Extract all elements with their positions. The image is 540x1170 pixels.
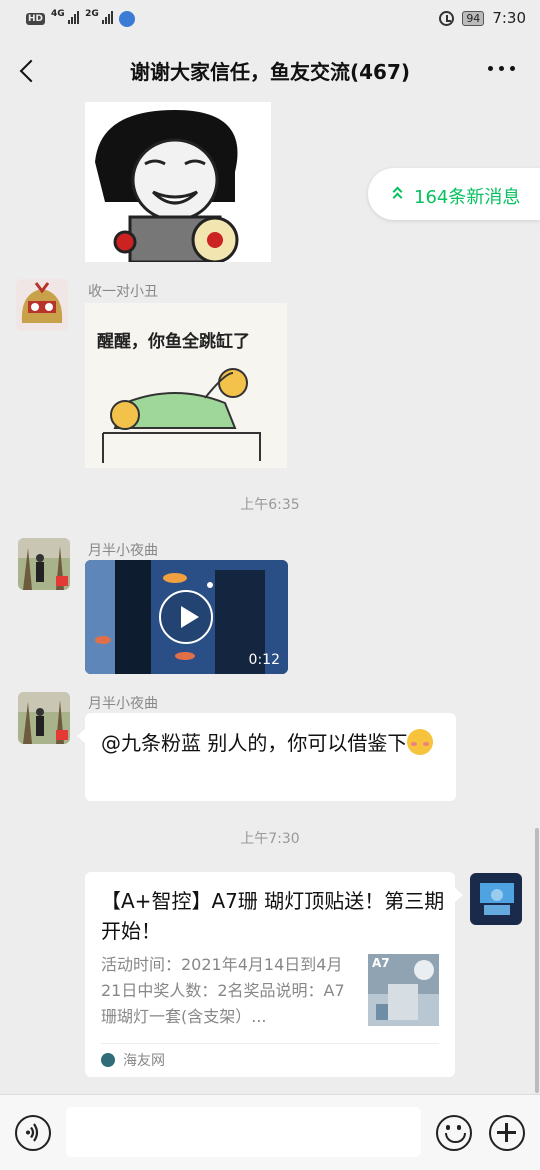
more-icon[interactable]: [488, 66, 516, 74]
app-notification-icon: [119, 10, 136, 27]
signal-group-1: 4G: [51, 9, 80, 27]
status-left: HD 4G 2G: [26, 9, 136, 27]
sender-name: 月半小夜曲: [88, 543, 158, 559]
timestamp: 上午6:35: [240, 497, 300, 513]
video-message[interactable]: 0:12: [85, 560, 288, 674]
scrollbar[interactable]: [535, 828, 539, 1093]
signal-icon: [68, 10, 80, 24]
avatar-image: [18, 538, 70, 590]
shy-face-emoji-icon: [407, 729, 434, 755]
sleeping-fish-sticker: [102, 368, 261, 463]
voice-input-button[interactable]: [15, 1115, 51, 1151]
link-description: 活动时间：2021年4月14日到4月21日中奖人数：2名奖品说明：A7珊瑚灯一套…: [101, 955, 345, 1026]
back-button[interactable]: [14, 54, 44, 88]
chat-title: 谢谢大家信任，鱼友交流(467): [129, 60, 411, 84]
text-message-bubble[interactable]: @九条粉蓝 别人的，你可以借鉴下: [77, 713, 456, 801]
network-type-1: 4G: [51, 9, 65, 19]
voice-icon: [26, 1123, 39, 1142]
avatar[interactable]: [16, 279, 68, 331]
play-icon[interactable]: [159, 590, 213, 644]
meme-face-sticker: [85, 102, 271, 262]
network-type-2: 2G: [85, 9, 99, 19]
hd-badge: HD: [26, 12, 46, 25]
status-time: 7:30: [492, 9, 526, 27]
sender-name: 月半小夜曲: [88, 696, 158, 712]
status-right: 94 7:30: [439, 9, 526, 27]
thumbnail-label: A7: [372, 956, 390, 970]
new-messages-label: 164条新消息: [414, 187, 521, 208]
avatar[interactable]: [18, 692, 70, 744]
link-source: 海友网: [123, 1053, 165, 1069]
battery-icon: 94: [462, 10, 485, 26]
my-avatar[interactable]: [470, 873, 522, 925]
plus-icon[interactable]: [489, 1115, 525, 1151]
avatar[interactable]: [18, 538, 70, 590]
input-bar: [0, 1094, 540, 1170]
sticker-message[interactable]: 醒醒，你鱼全跳缸了: [85, 303, 287, 468]
signal-icon: [102, 10, 114, 24]
status-bar: HD 4G 2G 94 7:30: [0, 0, 540, 38]
sender-name: 收一对小丑: [88, 284, 158, 300]
sticker-message-top[interactable]: [85, 102, 271, 262]
avatar-image: [18, 692, 70, 744]
double-chevron-up-icon: [392, 186, 404, 203]
avatar-image: [470, 873, 522, 925]
alarm-icon: [439, 10, 455, 26]
source-logo-icon: [101, 1053, 115, 1067]
chat-header: 谢谢大家信任，鱼友交流(467): [0, 38, 540, 104]
avatar-image: [16, 279, 68, 331]
link-title: 【A+智控】A7珊 瑚灯顶贴送！第三期开始！: [101, 889, 445, 943]
divider: [101, 1043, 439, 1044]
timestamp: 上午7:30: [240, 831, 300, 847]
signal-group-2: 2G: [85, 9, 114, 27]
message-input[interactable]: [66, 1107, 421, 1157]
message-text: @九条粉蓝 别人的，你可以借鉴下: [101, 731, 408, 755]
link-thumbnail: A7: [368, 954, 439, 1026]
emoji-icon[interactable]: [436, 1115, 472, 1151]
link-card-message[interactable]: 【A+智控】A7珊 瑚灯顶贴送！第三期开始！ 活动时间：2021年4月14日到4…: [85, 872, 463, 1077]
new-messages-button[interactable]: 164条新消息: [368, 168, 540, 220]
video-duration: 0:12: [248, 652, 280, 668]
